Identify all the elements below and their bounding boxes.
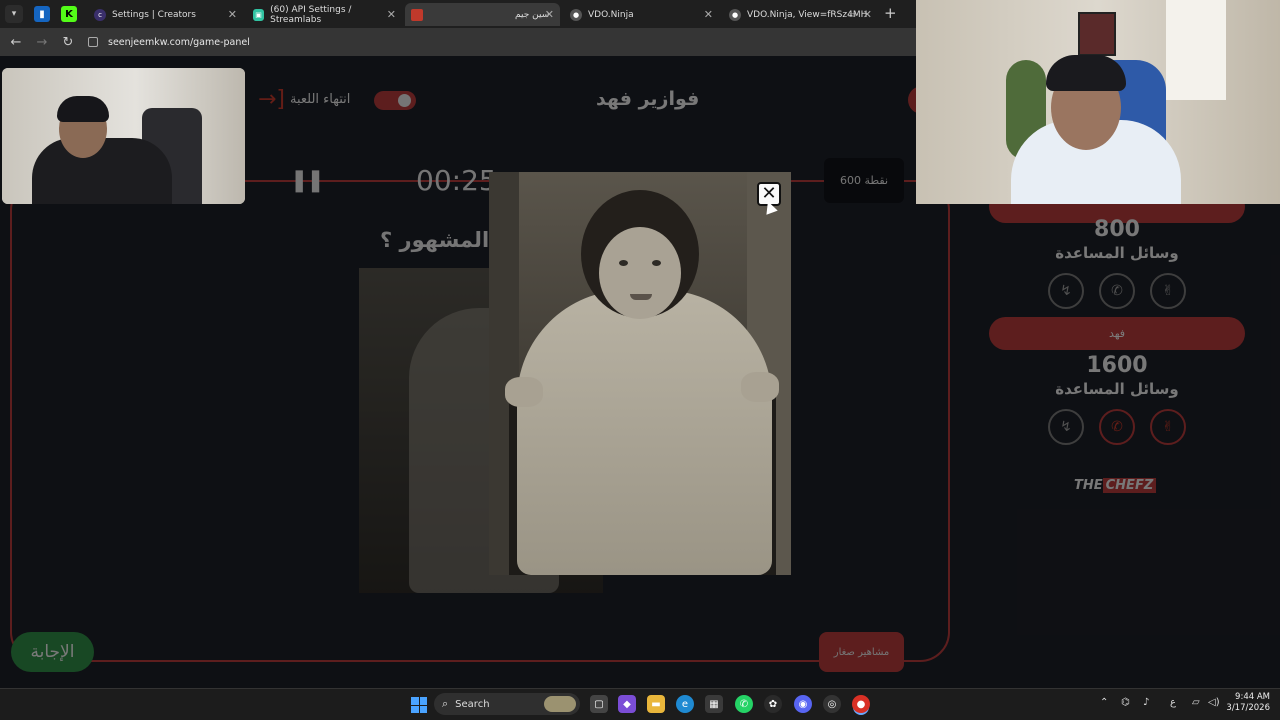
vdo-ninja-icon: ● [570,8,582,21]
system-clock[interactable]: 9:44 AM 3/17/2026 [1226,692,1270,714]
taskbar-search[interactable]: ⌕ Search [434,693,580,715]
enlarged-photo [489,172,791,575]
new-tab-plus-icon[interactable]: + [884,4,897,22]
microsoft-store-icon[interactable]: ▦ [705,695,723,713]
tab-streamlabs-api[interactable]: ▣ (60) API Settings / Streamlabs ✕ [247,3,402,26]
forward-arrow-icon[interactable]: → [32,35,52,50]
tab-close-icon[interactable]: ✕ [545,8,554,21]
streamlabs-icon: ▣ [253,8,265,21]
task-view-icon[interactable]: ▢ [590,695,608,713]
file-explorer-icon[interactable]: ▬ [647,695,665,713]
search-icon: ⌕ [442,697,449,710]
site-info-icon[interactable] [88,37,98,47]
windows-start-icon[interactable] [411,697,427,713]
browser-tab-strip: ▾ ▮ K c Settings | Creators ✕ ▣ (60) API… [0,0,916,28]
tab-close-icon[interactable]: ✕ [228,8,237,21]
microphone-icon[interactable]: ♪ [1143,697,1149,708]
webcam-left [2,68,245,204]
tab-close-icon[interactable]: ✕ [387,8,396,21]
search-highlight-image [544,696,576,712]
wifi-icon[interactable]: ▱ [1192,697,1200,708]
edge-icon[interactable]: e [676,695,694,713]
discord-icon[interactable]: ◉ [794,695,812,713]
tab-close-icon[interactable]: ✕ [863,8,872,21]
network-icon[interactable]: ⌬ [1121,697,1130,708]
windows-taskbar [0,688,1280,720]
copilot-icon[interactable]: ◆ [618,695,636,713]
tab-creators-settings[interactable]: c Settings | Creators ✕ [88,3,243,26]
address-bar-row: ← → ↻ seenjeemkw.com/game-panel [0,28,916,56]
vdo-ninja-icon: ● [729,8,741,21]
creators-c-icon: c [94,8,106,21]
chrome-icon[interactable]: ● [852,695,870,713]
pinned-tab-icon[interactable]: ▮ [34,6,50,22]
tab-close-icon[interactable]: ✕ [704,8,713,21]
tab-seenjeem[interactable]: سين جيم ✕ [405,3,560,26]
volume-icon[interactable]: ◁) [1208,697,1220,708]
chatgpt-icon[interactable]: ✿ [764,695,782,713]
obs-icon[interactable]: ◎ [823,695,841,713]
tab-vdo-ninja[interactable]: ● VDO.Ninja ✕ [564,3,719,26]
tab-vdo-ninja-view[interactable]: ● VDO.Ninja, View=fRSz4MH ▭ ✕ [723,3,878,26]
reload-icon[interactable]: ↻ [58,35,78,50]
back-arrow-icon[interactable]: ← [6,35,26,50]
tab-search-chevron-icon[interactable]: ▾ [5,5,23,23]
url-field[interactable]: seenjeemkw.com/game-panel [108,37,250,48]
screen: ▾ ▮ K c Settings | Creators ✕ ▣ (60) API… [0,0,1280,720]
whatsapp-icon[interactable]: ✆ [735,695,753,713]
pinned-tab-kick-icon[interactable]: K [61,6,77,22]
seenjeem-icon [411,8,423,21]
input-language-indicator[interactable]: ع [1170,697,1176,708]
picture-in-picture-icon[interactable]: ▭ [847,10,856,20]
webcam-right [916,0,1280,204]
tray-chevron-icon[interactable]: ⌃ [1100,697,1108,708]
